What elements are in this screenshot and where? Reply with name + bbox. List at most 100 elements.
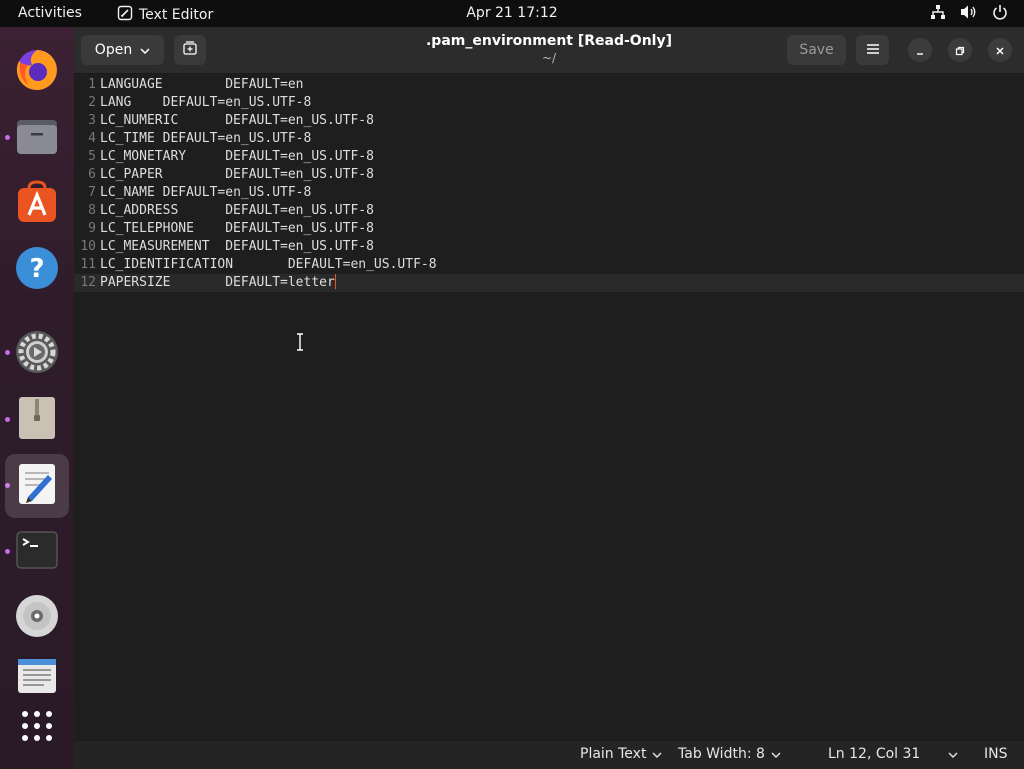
language-selector[interactable]: Plain Text	[580, 746, 662, 762]
volume-icon[interactable]	[960, 4, 978, 24]
text-editor-small-icon	[117, 5, 133, 25]
window-title: .pam_environment [Read-Only]	[425, 33, 672, 49]
header-bar: Open .pam_environment [Read-Only] ~/ Sav…	[74, 27, 1024, 74]
text-cursor-icon	[296, 333, 304, 355]
line-text: LC_TELEPHONE DEFAULT=en_US.UTF-8	[100, 221, 374, 236]
text-caret	[334, 274, 336, 289]
terminal-icon	[14, 527, 60, 577]
line-number: 4	[88, 131, 96, 146]
editor-line[interactable]: 7 LC_NAME DEFAULT=en_US.UTF-8	[74, 184, 1024, 202]
save-button-label: Save	[799, 42, 834, 58]
editor-line[interactable]: 4 LC_TIME DEFAULT=en_US.UTF-8	[74, 130, 1024, 148]
disc-icon	[14, 593, 60, 643]
close-button[interactable]	[988, 38, 1012, 62]
line-number: 1	[88, 77, 96, 92]
text-editor-window: Open .pam_environment [Read-Only] ~/ Sav…	[74, 27, 1024, 769]
editor-line[interactable]: 5 LC_MONETARY DEFAULT=en_US.UTF-8	[74, 148, 1024, 166]
line-text: LC_MONETARY DEFAULT=en_US.UTF-8	[100, 149, 374, 164]
files-icon	[14, 113, 60, 163]
activities-button[interactable]: Activities	[18, 5, 82, 21]
editor-line[interactable]: 1 LANGUAGE DEFAULT=en	[74, 76, 1024, 94]
minimize-button[interactable]	[908, 38, 932, 62]
dock-item-files[interactable]	[5, 106, 69, 170]
dock-item-app-center[interactable]	[5, 172, 69, 236]
show-apps-icon	[20, 709, 54, 747]
line-text: LANG DEFAULT=en_US.UTF-8	[100, 95, 312, 110]
app-menu[interactable]: Text Editor	[117, 5, 213, 25]
editor-line[interactable]: 12 PAPERSIZE DEFAULT=letter	[74, 274, 1024, 292]
line-number: 6	[88, 167, 96, 182]
line-text: LC_NUMERIC DEFAULT=en_US.UTF-8	[100, 113, 374, 128]
line-number: 10	[80, 239, 96, 254]
system-tray[interactable]	[930, 4, 1008, 24]
editor-line[interactable]: 2 LANG DEFAULT=en_US.UTF-8	[74, 94, 1024, 112]
maximize-button[interactable]	[948, 38, 972, 62]
app-center-icon	[14, 179, 60, 229]
help-icon: ?	[14, 245, 60, 295]
line-text: PAPERSIZE DEFAULT=letter	[100, 274, 336, 290]
line-number: 11	[80, 257, 96, 272]
editor-line[interactable]: 8 LC_ADDRESS DEFAULT=en_US.UTF-8	[74, 202, 1024, 220]
tab-width-label: Tab Width: 8	[678, 746, 765, 762]
editor-line[interactable]: 6 LC_PAPER DEFAULT=en_US.UTF-8	[74, 166, 1024, 184]
editor-line[interactable]: 11 LC_IDENTIFICATION DEFAULT=en_US.UTF-8	[74, 256, 1024, 274]
new-tab-icon	[183, 41, 197, 59]
dock: ?	[0, 27, 74, 768]
line-number: 9	[88, 221, 96, 236]
settings-icon	[14, 329, 60, 379]
window-title-area: .pam_environment [Read-Only] ~/	[374, 33, 724, 65]
dock-item-text-editor[interactable]	[5, 454, 69, 518]
line-number: 12	[80, 275, 96, 290]
firefox-icon	[14, 47, 60, 97]
dock-item-settings[interactable]	[5, 322, 69, 386]
line-text: LC_PAPER DEFAULT=en_US.UTF-8	[100, 167, 374, 182]
open-button[interactable]: Open	[81, 35, 164, 65]
line-text: LC_IDENTIFICATION DEFAULT=en_US.UTF-8	[100, 257, 437, 272]
line-text: LC_ADDRESS DEFAULT=en_US.UTF-8	[100, 203, 374, 218]
line-number: 8	[88, 203, 96, 218]
editor-line[interactable]: 9 LC_TELEPHONE DEFAULT=en_US.UTF-8	[74, 220, 1024, 238]
network-icon[interactable]	[930, 4, 946, 24]
hamburger-menu-icon	[866, 42, 879, 58]
line-text: LC_MEASUREMENT DEFAULT=en_US.UTF-8	[100, 239, 374, 254]
dock-item-disc[interactable]	[5, 586, 69, 650]
line-number: 5	[88, 149, 96, 164]
new-document-button[interactable]	[174, 35, 206, 65]
dock-item-archive-manager[interactable]	[5, 388, 69, 452]
archive-manager-icon	[14, 395, 60, 445]
open-button-label: Open	[94, 42, 133, 58]
svg-text:?: ?	[29, 254, 44, 284]
tab-width-selector[interactable]: Tab Width: 8	[678, 746, 781, 762]
chevron-down-icon	[652, 746, 662, 762]
line-text: LANGUAGE DEFAULT=en	[100, 77, 304, 92]
dock-item-show-apps[interactable]	[5, 696, 69, 760]
line-number: 3	[88, 113, 96, 128]
app-menu-label: Text Editor	[139, 7, 214, 23]
dock-item-firefox[interactable]	[5, 40, 69, 104]
language-label: Plain Text	[580, 746, 647, 762]
editor-text-area[interactable]: 1 LANGUAGE DEFAULT=en 2 LANG DEFAULT=en_US.…	[74, 74, 1024, 740]
power-icon[interactable]	[992, 4, 1008, 24]
dock-item-help[interactable]: ?	[5, 238, 69, 302]
chevron-down-icon	[771, 746, 781, 762]
line-number: 7	[88, 185, 96, 200]
text-editor-icon	[14, 461, 60, 511]
cursor-position-label: Ln 12, Col 31	[828, 746, 921, 762]
chevron-down-icon	[948, 746, 958, 762]
cursor-position-selector[interactable]: Ln 12, Col 31	[828, 746, 958, 762]
clock[interactable]: Apr 21 17:12	[466, 5, 557, 21]
chevron-down-icon	[140, 42, 150, 58]
window-subtitle: ~/	[541, 51, 557, 65]
line-number: 2	[88, 95, 96, 110]
editor-line[interactable]: 10 LC_MEASUREMENT DEFAULT=en_US.UTF-8	[74, 238, 1024, 256]
insert-mode-indicator[interactable]: INS	[984, 746, 1008, 762]
dock-item-terminal[interactable]	[5, 520, 69, 584]
restore-icon	[955, 41, 965, 60]
minimize-icon	[915, 41, 925, 60]
editor-line[interactable]: 3 LC_NUMERIC DEFAULT=en_US.UTF-8	[74, 112, 1024, 130]
save-button[interactable]: Save	[787, 35, 846, 65]
status-bar: Plain Text Tab Width: 8 Ln 12, Col 31 IN…	[74, 740, 1024, 769]
main-menu-button[interactable]	[856, 35, 889, 65]
close-icon	[995, 41, 1005, 60]
line-text: LC_NAME DEFAULT=en_US.UTF-8	[100, 185, 312, 200]
